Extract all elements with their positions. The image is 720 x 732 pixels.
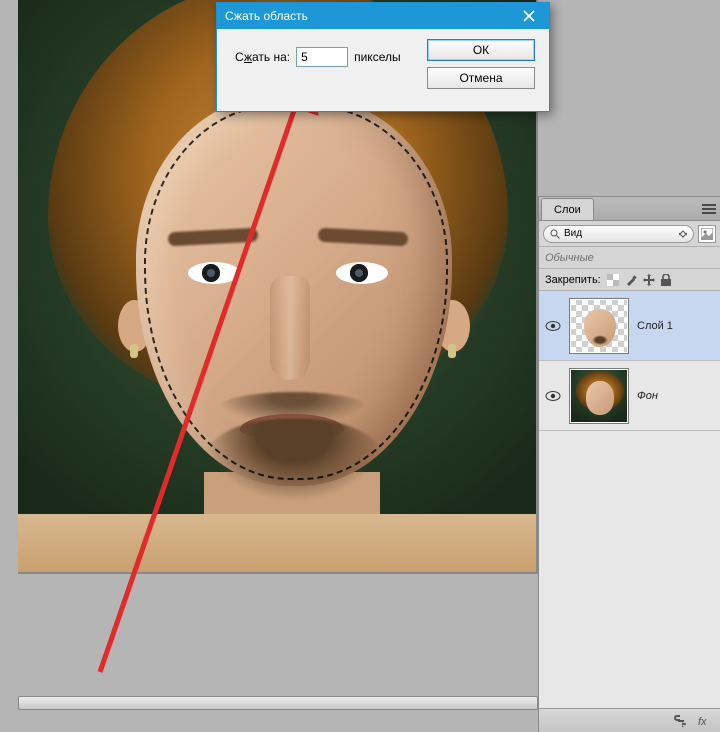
- fx-button[interactable]: fx: [698, 715, 714, 727]
- layer-filter-kind-label: Вид: [564, 228, 582, 239]
- cancel-button[interactable]: Отмена: [427, 67, 535, 89]
- dialog-close-button[interactable]: [509, 3, 549, 29]
- horizontal-scrollbar[interactable]: [18, 696, 538, 710]
- eye-icon: [545, 390, 561, 402]
- contract-selection-dialog: Сжать область Сжать на: пикселы ОК Отмен…: [216, 2, 550, 112]
- thumbnail-face-icon: [584, 309, 616, 347]
- layer-thumbnail[interactable]: [569, 298, 629, 354]
- search-icon: [550, 229, 560, 239]
- chest-shape: [18, 514, 536, 572]
- panel-footer: fx: [539, 708, 720, 732]
- move-icon: [643, 274, 655, 286]
- contract-units-label: пикселы: [354, 50, 401, 64]
- link-layers-button[interactable]: [674, 715, 688, 727]
- contract-by-row: Сжать на: пикселы: [235, 47, 401, 67]
- panel-menu-button[interactable]: [698, 198, 720, 220]
- contract-amount-input[interactable]: [296, 47, 348, 67]
- layer-row[interactable]: Слой 1: [539, 291, 720, 361]
- chevron-down-icon: [679, 230, 687, 238]
- close-icon: [523, 10, 535, 22]
- lock-position-button[interactable]: [643, 274, 655, 286]
- checker-icon: [607, 274, 619, 286]
- thumbnail-face-icon: [586, 381, 614, 415]
- eye-icon: [545, 320, 561, 332]
- layer-filter-row: Вид: [539, 221, 720, 247]
- link-icon: [674, 715, 688, 727]
- dialog-title: Сжать область: [225, 9, 308, 23]
- lock-all-button[interactable]: [661, 274, 671, 286]
- panel-tab-bar: Слои: [539, 197, 720, 221]
- tab-layers[interactable]: Слои: [541, 198, 594, 220]
- layers-panel: Слои Вид Обычные Закрепить:: [538, 196, 720, 732]
- layers-list: Слой 1 Фон: [539, 291, 720, 708]
- layer-visibility-toggle[interactable]: [545, 318, 561, 334]
- nose-shape: [270, 276, 310, 380]
- layer-thumbnail[interactable]: [569, 368, 629, 424]
- contract-label: Сжать на:: [235, 50, 290, 64]
- blend-mode-label: Обычные: [545, 252, 594, 264]
- layer-name[interactable]: Фон: [637, 390, 658, 402]
- brush-icon: [625, 274, 637, 286]
- lock-transparency-button[interactable]: [607, 274, 619, 286]
- beard-shape: [206, 418, 382, 500]
- ok-button[interactable]: ОК: [427, 39, 535, 61]
- dialog-body: Сжать на: пикселы ОК Отмена: [217, 29, 549, 113]
- filter-pixel-button[interactable]: [698, 225, 716, 243]
- layer-filter-kind-select[interactable]: Вид: [543, 225, 694, 243]
- fx-icon: fx: [698, 715, 714, 727]
- blend-mode-select[interactable]: Обычные: [539, 247, 720, 269]
- eye-left: [188, 262, 240, 284]
- lock-icon: [661, 274, 671, 286]
- svg-text:fx: fx: [698, 716, 707, 727]
- menu-icon: [702, 203, 716, 215]
- lock-pixels-button[interactable]: [625, 274, 637, 286]
- lock-row: Закрепить:: [539, 269, 720, 291]
- eye-right: [336, 262, 388, 284]
- dialog-titlebar[interactable]: Сжать область: [217, 3, 549, 29]
- layer-visibility-toggle[interactable]: [545, 388, 561, 404]
- layer-row[interactable]: Фон: [539, 361, 720, 431]
- lock-label: Закрепить:: [545, 274, 601, 286]
- image-icon: [701, 228, 713, 240]
- layer-name[interactable]: Слой 1: [637, 320, 673, 332]
